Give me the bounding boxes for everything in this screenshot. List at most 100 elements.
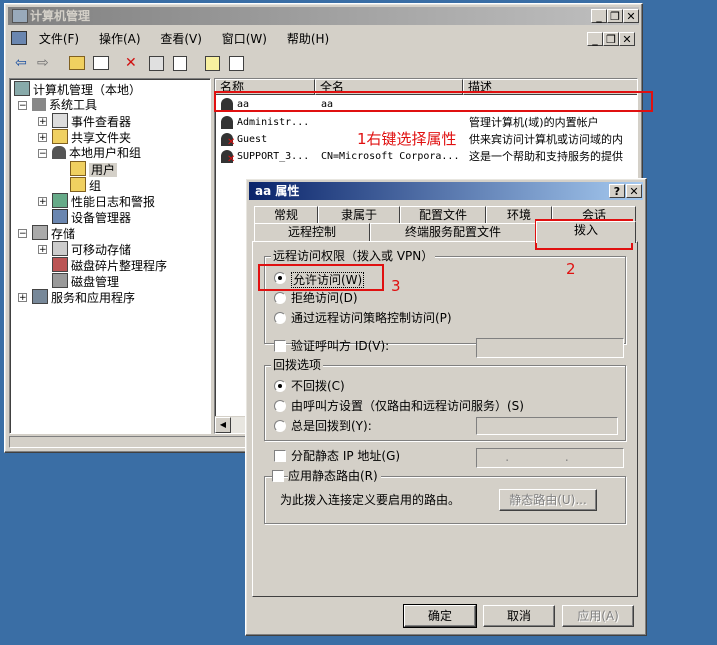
user-icon — [221, 116, 233, 129]
main-title: 计算机管理 — [30, 9, 91, 23]
tab-terminal-services-profile[interactable]: 终端服务配置文件 — [370, 223, 536, 241]
tree-removable-storage[interactable]: 可移动存储 — [52, 241, 131, 258]
services-icon — [32, 289, 48, 304]
tree-groups[interactable]: 组 — [70, 177, 101, 194]
static-ip-checkbox[interactable] — [274, 450, 286, 462]
caller-id-field[interactable] — [476, 338, 624, 358]
restore-button[interactable]: ❐ — [607, 9, 623, 23]
folder-icon — [70, 177, 86, 192]
tree-storage[interactable]: 存储 — [32, 225, 75, 242]
show-tree-icon[interactable] — [93, 56, 109, 70]
properties-icon[interactable] — [149, 56, 164, 71]
no-callback-label[interactable]: 不回拨(C) — [291, 379, 345, 393]
dialog-title-bar[interactable]: aa 属性 — [249, 182, 643, 200]
apply-button[interactable]: 应用(A) — [562, 605, 634, 627]
back-arrow-icon[interactable]: ⇦ — [15, 52, 27, 74]
tree-local-users[interactable]: 本地用户和组 — [52, 145, 141, 161]
menu-action[interactable]: 操作(A) — [99, 32, 141, 46]
static-routes-button[interactable]: 静态路由(U)... — [499, 489, 597, 511]
static-routes-label[interactable]: 应用静态路由(R) — [288, 469, 381, 483]
annotation-box-allow-access — [258, 264, 384, 291]
expand-event-viewer[interactable]: + — [38, 117, 47, 127]
tab-remote-control[interactable]: 远程控制 — [254, 223, 370, 241]
up-folder-icon[interactable] — [69, 56, 85, 70]
expand-perf-logs[interactable]: + — [38, 197, 47, 207]
event-viewer-icon — [52, 113, 68, 128]
expand-system-tools[interactable]: − — [18, 101, 27, 111]
disk-management-icon — [52, 273, 68, 288]
expand-storage[interactable]: − — [18, 229, 27, 239]
always-callback-label[interactable]: 总是回拨到(Y): — [291, 419, 372, 433]
child-restore-button[interactable]: ❐ — [603, 32, 619, 46]
minimize-button[interactable]: _ — [591, 9, 607, 23]
static-routes-description: 为此拨入连接定义要启用的路由。 — [280, 493, 461, 507]
removable-storage-icon — [52, 241, 68, 256]
tree-disk-management[interactable]: 磁盘管理 — [52, 273, 119, 290]
forward-arrow-icon[interactable]: ⇨ — [37, 52, 49, 74]
callback-group-title: 回拨选项 — [271, 358, 324, 372]
dialog-close-button[interactable]: ✕ — [626, 184, 642, 198]
verify-caller-checkbox[interactable] — [274, 340, 286, 352]
tree-device-manager[interactable]: 设备管理器 — [52, 209, 131, 226]
child-close-button[interactable]: ✕ — [619, 32, 635, 46]
policy-access-radio[interactable] — [274, 312, 286, 324]
caller-callback-radio[interactable] — [274, 400, 286, 412]
policy-access-label[interactable]: 通过远程访问策略控制访问(P) — [291, 311, 452, 325]
static-ip-label[interactable]: 分配静态 IP 地址(G) — [291, 449, 400, 463]
expand-local-users[interactable]: − — [38, 149, 47, 159]
static-ip-field[interactable]: . . . — [476, 448, 624, 481]
menu-bar: 文件(F) 操作(A) 查看(V) 窗口(W) 帮助(H) — [11, 29, 631, 49]
tree-pane[interactable]: 计算机管理（本地） − 系统工具 + 事件查看器 + 共享文件夹 − 本地用户和… — [9, 78, 211, 434]
tree-perf-logs[interactable]: 性能日志和警报 — [52, 193, 155, 210]
close-button[interactable]: ✕ — [623, 9, 639, 23]
menu-window[interactable]: 窗口(W) — [222, 32, 267, 46]
expand-services[interactable]: + — [18, 293, 27, 303]
ok-button[interactable]: 确定 — [403, 604, 477, 628]
cancel-button[interactable]: 取消 — [483, 605, 555, 627]
table-row[interactable]: Administr... 管理计算机(域)的内置帐户 — [215, 115, 637, 131]
table-row[interactable]: ✕ SUPPORT_3... CN=Microsoft Corpora... 这… — [215, 149, 637, 165]
tree-users[interactable]: 用户 — [70, 161, 118, 178]
tab-profile[interactable]: 配置文件 — [400, 206, 486, 224]
tree-services-apps[interactable]: 服务和应用程序 — [32, 289, 135, 306]
static-routes-checkbox[interactable] — [272, 470, 284, 482]
dialog-help-button[interactable]: ? — [609, 184, 625, 198]
callback-number-field[interactable] — [476, 417, 618, 435]
expand-removable[interactable]: + — [38, 245, 47, 255]
child-minimize-button[interactable]: _ — [587, 32, 603, 46]
verify-caller-label[interactable]: 验证呼叫方 ID(V): — [291, 339, 389, 353]
tree-system-tools[interactable]: 系统工具 — [32, 97, 97, 113]
user-description: 这是一个帮助和支持服务的提供 — [469, 150, 623, 163]
tree-defrag[interactable]: 磁盘碎片整理程序 — [52, 257, 167, 274]
tab-dial-in[interactable]: 拨入 — [536, 221, 636, 243]
export-icon[interactable] — [205, 56, 220, 71]
refresh-icon[interactable] — [173, 56, 187, 71]
dialog-title: aa 属性 — [255, 184, 300, 198]
tab-member-of[interactable]: 隶属于 — [318, 206, 400, 224]
tab-general[interactable]: 常规 — [254, 206, 318, 224]
user-description: 管理计算机(域)的内置帐户 — [469, 116, 599, 129]
device-manager-icon — [52, 209, 68, 224]
annotation-step3: 3 — [391, 277, 401, 295]
disabled-x-icon: ✕ — [227, 137, 236, 148]
menu-view[interactable]: 查看(V) — [160, 32, 202, 46]
deny-access-label[interactable]: 拒绝访问(D) — [291, 291, 358, 305]
no-callback-radio[interactable] — [274, 380, 286, 392]
menu-help[interactable]: 帮助(H) — [287, 32, 329, 46]
tree-shared-folders[interactable]: 共享文件夹 — [52, 129, 131, 146]
always-callback-radio[interactable] — [274, 420, 286, 432]
tree-root[interactable]: 计算机管理（本地） — [14, 81, 141, 98]
menu-file[interactable]: 文件(F) — [39, 32, 79, 46]
tools-icon — [32, 98, 46, 111]
expand-shared-folders[interactable]: + — [38, 133, 47, 143]
computer-mgmt-icon — [14, 81, 30, 96]
help-icon[interactable] — [229, 56, 244, 71]
mmc-icon — [11, 31, 27, 45]
defrag-icon — [52, 257, 68, 272]
deny-access-radio[interactable] — [274, 292, 286, 304]
main-title-bar[interactable]: 计算机管理 — [8, 7, 639, 25]
scroll-left-button[interactable]: ◀ — [215, 417, 231, 433]
caller-callback-label[interactable]: 由呼叫方设置（仅路由和远程访问服务）(S) — [291, 399, 524, 413]
delete-icon[interactable]: ✕ — [125, 52, 137, 74]
tree-event-viewer[interactable]: 事件查看器 — [52, 113, 131, 130]
